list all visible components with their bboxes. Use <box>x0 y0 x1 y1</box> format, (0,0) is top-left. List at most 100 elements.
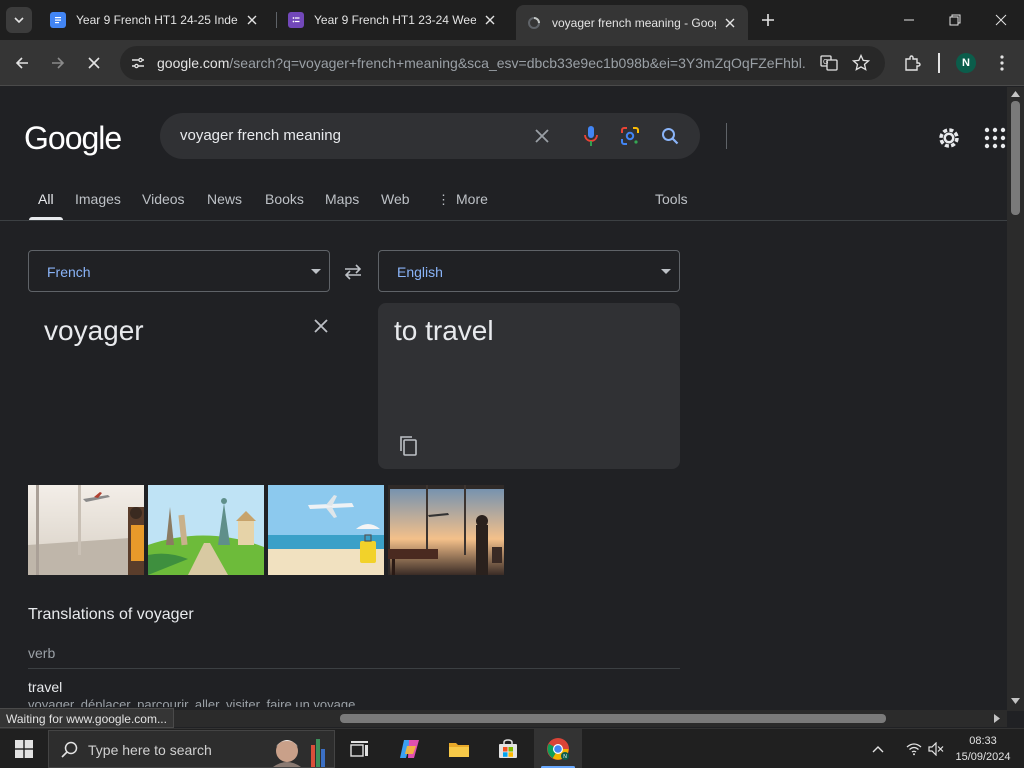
translation-synonyms: voyager, déplacer, parcourir, aller, vis… <box>28 697 356 707</box>
volume-button[interactable] <box>924 729 948 768</box>
arrow-left-icon <box>15 57 28 69</box>
search-icon[interactable] <box>658 124 682 148</box>
browser-tab-docs[interactable]: Year 9 French HT1 24-25 Independ <box>40 5 270 35</box>
browser-tab-forms[interactable]: Year 9 French HT1 23-24 Week 1 <box>278 5 508 35</box>
arrow-right-icon <box>52 57 65 69</box>
tab-maps[interactable]: Maps <box>325 191 359 207</box>
microphone-icon[interactable] <box>579 124 603 148</box>
chrome-taskbar-button[interactable]: N <box>534 729 582 768</box>
taskbar-search-placeholder: Type here to search <box>88 742 212 758</box>
folder-icon <box>449 743 469 757</box>
minimize-icon <box>904 19 914 21</box>
taskbar-clock[interactable]: 08:33 15/09/2024 <box>950 733 1016 765</box>
translation-output-text: to travel <box>394 315 494 346</box>
tools-button[interactable]: Tools <box>655 191 688 207</box>
scroll-down-arrow-icon[interactable] <box>1011 698 1020 704</box>
image-thumbnail[interactable] <box>148 485 264 575</box>
toolbar-divider <box>938 53 940 73</box>
active-tab-indicator <box>29 217 63 220</box>
more-dots-icon: ⋮ <box>437 192 450 207</box>
extensions-button[interactable] <box>898 49 926 77</box>
close-icon[interactable] <box>722 15 738 31</box>
windows-logo-icon <box>15 740 33 758</box>
beach-plane-suitcase-image <box>268 485 384 575</box>
gear-icon[interactable] <box>936 125 962 151</box>
minimize-button[interactable] <box>886 0 932 40</box>
chrome-icon: N <box>547 738 569 760</box>
plus-icon <box>762 14 774 26</box>
translation-output-box: to travel <box>378 303 680 469</box>
search-input[interactable]: voyager french meaning <box>180 127 341 144</box>
restore-button[interactable] <box>932 0 978 40</box>
wifi-icon <box>906 743 922 756</box>
copilot-button[interactable] <box>386 729 434 768</box>
new-tab-button[interactable] <box>756 8 780 32</box>
dropdown-caret-icon <box>661 269 671 274</box>
source-language-select[interactable]: French <box>28 250 330 292</box>
url-host: google.com <box>157 55 230 71</box>
tab-books[interactable]: Books <box>265 191 304 207</box>
docs-icon <box>50 12 66 28</box>
file-explorer-button[interactable] <box>435 729 483 768</box>
part-of-speech-label: verb <box>28 645 56 661</box>
google-apps-grid-icon[interactable] <box>984 127 1006 149</box>
tab-more[interactable]: ⋮ More <box>437 191 488 208</box>
forward-button[interactable] <box>44 49 72 77</box>
clear-search-icon[interactable] <box>530 124 554 148</box>
airport-window-traveller-image <box>28 485 144 575</box>
swap-languages-icon[interactable] <box>342 261 364 283</box>
network-button[interactable] <box>902 729 926 768</box>
horizontal-scroll-thumb[interactable] <box>340 714 886 723</box>
stop-loading-button[interactable] <box>80 49 108 77</box>
browser-menu-button[interactable] <box>988 49 1016 77</box>
tab-videos[interactable]: Videos <box>142 191 185 207</box>
google-lens-icon[interactable] <box>618 124 642 148</box>
start-button[interactable] <box>0 729 48 768</box>
vertical-scrollbar[interactable] <box>1007 87 1024 711</box>
task-view-button[interactable] <box>336 729 384 768</box>
clear-source-icon[interactable] <box>311 316 331 336</box>
task-view-icon <box>350 741 368 757</box>
close-window-button[interactable] <box>978 0 1024 40</box>
tab-web[interactable]: Web <box>381 191 410 207</box>
tab-all[interactable]: All <box>38 191 54 207</box>
tab-separator <box>276 12 277 28</box>
image-thumbnail[interactable] <box>388 485 504 575</box>
copy-icon[interactable] <box>398 435 418 457</box>
search-tabs: All Images Videos News Books Maps Web ⋮ M… <box>0 187 1007 221</box>
address-bar[interactable]: google.com/search?q=voyager+french+meani… <box>120 46 885 80</box>
tab-search-button[interactable] <box>6 7 32 33</box>
source-text-input[interactable]: voyager <box>44 315 144 347</box>
site-info-icon[interactable] <box>130 55 146 76</box>
restore-icon <box>949 14 961 26</box>
google-logo[interactable]: Google <box>24 120 122 157</box>
image-thumbnail[interactable] <box>268 485 384 575</box>
forms-icon <box>288 12 304 28</box>
translate-page-icon[interactable]: G <box>820 54 838 77</box>
loading-status-text: Waiting for www.google.com... <box>0 708 174 728</box>
browser-tab-google-active[interactable]: voyager french meaning - Google <box>516 5 748 40</box>
profile-avatar[interactable]: N <box>956 53 976 73</box>
show-hidden-icons-button[interactable] <box>866 729 890 768</box>
scroll-right-arrow-icon[interactable] <box>994 714 1000 723</box>
svg-text:N: N <box>563 754 567 760</box>
vertical-scroll-thumb[interactable] <box>1011 101 1020 215</box>
close-icon[interactable] <box>482 12 498 28</box>
search-box[interactable]: voyager french meaning <box>160 113 727 159</box>
microsoft-store-button[interactable] <box>484 729 532 768</box>
search-highlight-illustration <box>273 739 325 767</box>
tab-images[interactable]: Images <box>75 191 121 207</box>
target-language-select[interactable]: English <box>378 250 680 292</box>
target-language-label: English <box>397 264 443 280</box>
tab-news[interactable]: News <box>207 191 242 207</box>
clock-date: 15/09/2024 <box>955 751 1011 763</box>
tab-title: Year 9 French HT1 23-24 Week 1 <box>314 13 476 27</box>
image-thumbnail[interactable] <box>28 485 144 575</box>
kebab-menu-icon <box>1000 55 1004 71</box>
close-icon[interactable] <box>244 12 260 28</box>
taskbar-search-box[interactable]: Type here to search <box>48 730 335 768</box>
copilot-icon <box>400 740 419 758</box>
bookmark-star-icon[interactable] <box>851 53 871 77</box>
back-button[interactable] <box>8 49 36 77</box>
scroll-up-arrow-icon[interactable] <box>1011 91 1020 97</box>
